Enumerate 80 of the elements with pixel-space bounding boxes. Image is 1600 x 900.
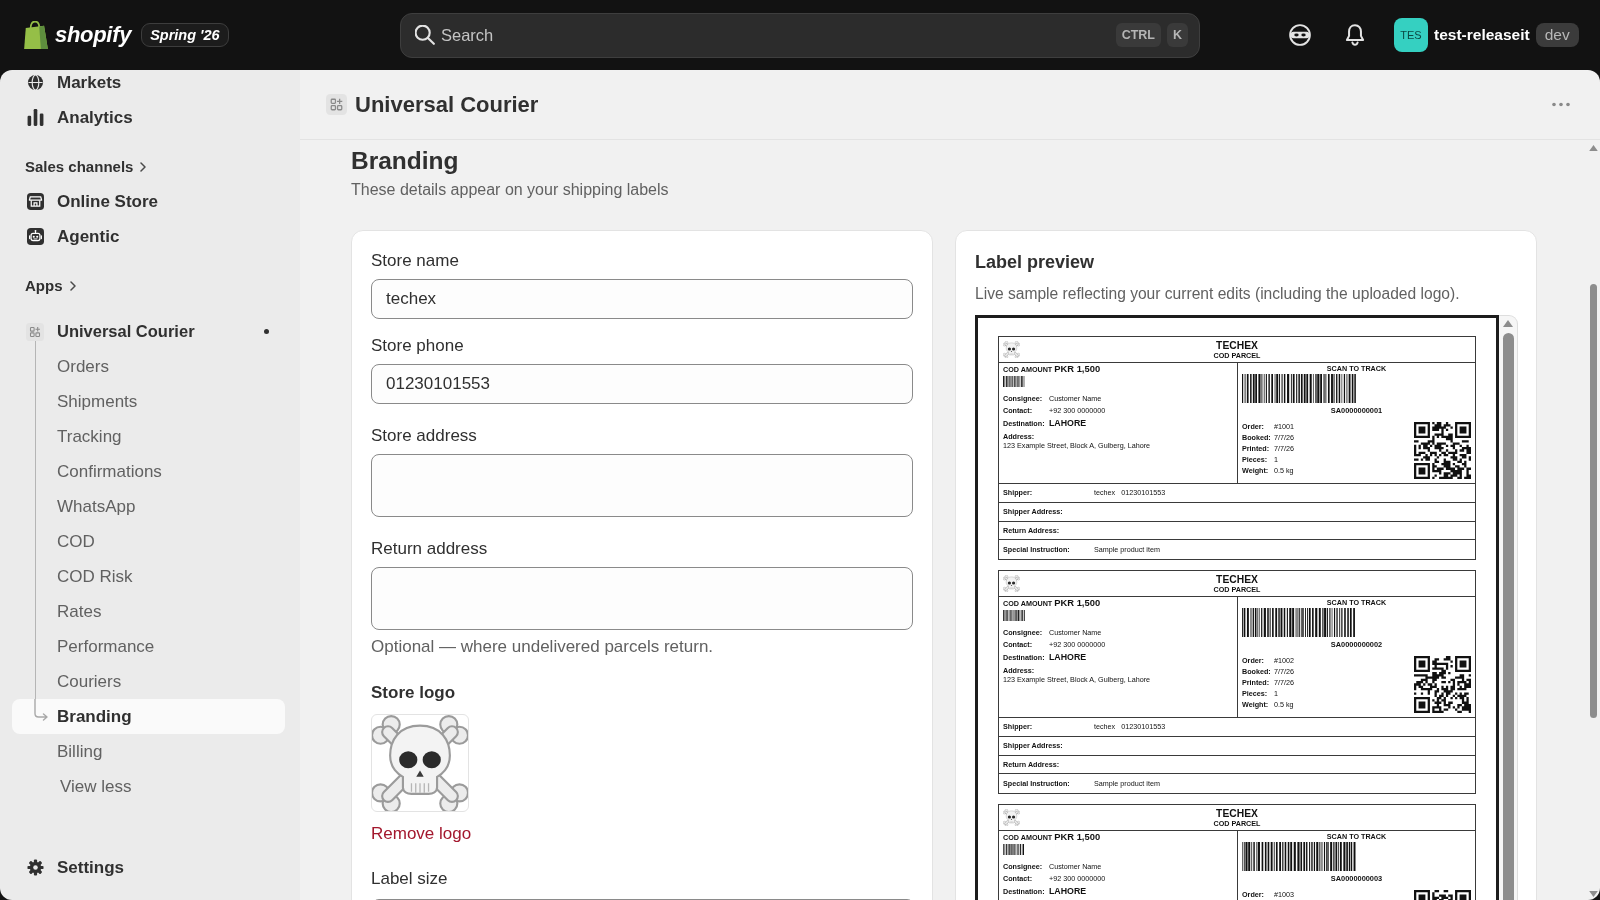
sidebar-subitem[interactable]: Tracking [12, 419, 285, 454]
page-title: Universal Courier [355, 91, 539, 118]
skull-and-crossbones-icon [1003, 575, 1020, 592]
field-value: LAHORE [1049, 652, 1088, 663]
sidebar-subitem[interactable]: Branding [12, 699, 285, 734]
edition-badge: Spring '26 [141, 23, 229, 47]
view-less-link[interactable]: View less [12, 769, 285, 804]
sidebar-subitem[interactable]: Billing [12, 734, 285, 769]
cod-amount: PKR 1,500 [1054, 363, 1101, 375]
textarea-field[interactable] [371, 454, 913, 517]
scroll-up-arrow-icon[interactable] [1588, 145, 1598, 151]
settings-icon [27, 859, 44, 876]
card-title: Label preview [975, 251, 1096, 273]
avatar[interactable]: TES [1394, 18, 1428, 52]
help-text: Optional — where undelivered parcels return. [371, 637, 714, 657]
cod-amount: PKR 1,500 [1054, 831, 1101, 843]
field-value: LAHORE [1049, 886, 1088, 897]
qr-code [1414, 422, 1471, 479]
sidebar-subitem[interactable]: COD Risk [12, 559, 285, 594]
sidebar-item[interactable]: Markets [12, 70, 285, 100]
sidebar-item[interactable]: Analytics [12, 100, 285, 135]
section-title: Branding [351, 146, 460, 176]
sidebar-subitem[interactable]: Couriers [12, 664, 285, 699]
sidebar-subitem[interactable]: WhatsApp [12, 489, 285, 524]
sidebar-subitem[interactable]: COD [12, 524, 285, 559]
barcode [1003, 376, 1025, 387]
bar-chart-icon [27, 109, 44, 126]
field-label: Store address [371, 426, 477, 446]
branch-arrow-icon [33, 699, 49, 721]
sidebar-item[interactable]: Online Store [12, 184, 285, 219]
cod-amount: PKR 1,500 [1054, 597, 1101, 609]
ellipsis-icon[interactable] [1552, 102, 1570, 107]
sidebar-item[interactable]: Universal Courier [12, 314, 285, 349]
sidebar-subitem[interactable]: Rates [12, 594, 285, 629]
field-label: Store phone [371, 336, 464, 356]
scrollbar-thumb[interactable] [1502, 333, 1514, 900]
logo-wordmark[interactable]: shopify [55, 22, 132, 48]
scroll-down-arrow-icon[interactable] [1588, 891, 1598, 897]
remove-logo-link[interactable]: Remove logo [371, 824, 472, 844]
field-label: Store name [371, 251, 459, 271]
account-name[interactable]: test-releaseit [1434, 26, 1530, 44]
sidebar-subitem[interactable]: Orders [12, 349, 285, 384]
storefront-icon [27, 193, 44, 210]
sidebar-subitem[interactable]: Performance [12, 629, 285, 664]
scroll-up-arrow-icon[interactable] [1503, 320, 1513, 327]
label-store-name: TECHEX [1216, 573, 1258, 585]
mask-icon[interactable] [1289, 24, 1311, 46]
textarea-field[interactable] [371, 567, 913, 630]
field-label: Return address [371, 539, 488, 559]
skull-and-crossbones-icon [1003, 341, 1020, 358]
app-grid-icon [26, 322, 44, 341]
field-label: Label size [371, 869, 448, 889]
card-description: Live sample reflecting your current edits (including the uploaded logo). [975, 284, 1461, 304]
sidebar-item[interactable]: Agentic [12, 219, 285, 254]
section-link[interactable]: Sales channels [12, 149, 285, 184]
sidebar-subitem[interactable]: Shipments [12, 384, 285, 419]
chevron-right-icon [140, 161, 147, 172]
store-badge: dev [1535, 23, 1579, 47]
barcode [1003, 610, 1025, 621]
search-icon [415, 24, 435, 45]
field-value: LAHORE [1049, 418, 1088, 429]
globe-icon [27, 74, 44, 91]
label-store-name: TECHEX [1216, 339, 1258, 351]
field-label: Store logo [371, 683, 456, 703]
robot-icon [27, 228, 44, 245]
text-input[interactable]: techex [371, 279, 913, 319]
sidebar-item[interactable]: Settings [12, 850, 285, 885]
section-subtitle: These details appear on your shipping labels [351, 180, 670, 200]
section-link[interactable]: Apps [12, 268, 285, 303]
label-store-name: TECHEX [1216, 807, 1258, 819]
text-input[interactable]: 01230101553 [371, 364, 913, 404]
scrollbar-thumb[interactable] [1589, 284, 1597, 718]
sidebar-subitem[interactable]: Confirmations [12, 454, 285, 489]
bell-icon[interactable] [1344, 24, 1366, 46]
app-grid-icon [326, 94, 347, 115]
shopping-bag-icon[interactable] [24, 21, 48, 49]
qr-code [1414, 656, 1471, 713]
skull-and-crossbones-icon [1003, 809, 1020, 826]
chevron-right-icon [69, 280, 76, 291]
barcode [1003, 844, 1025, 855]
